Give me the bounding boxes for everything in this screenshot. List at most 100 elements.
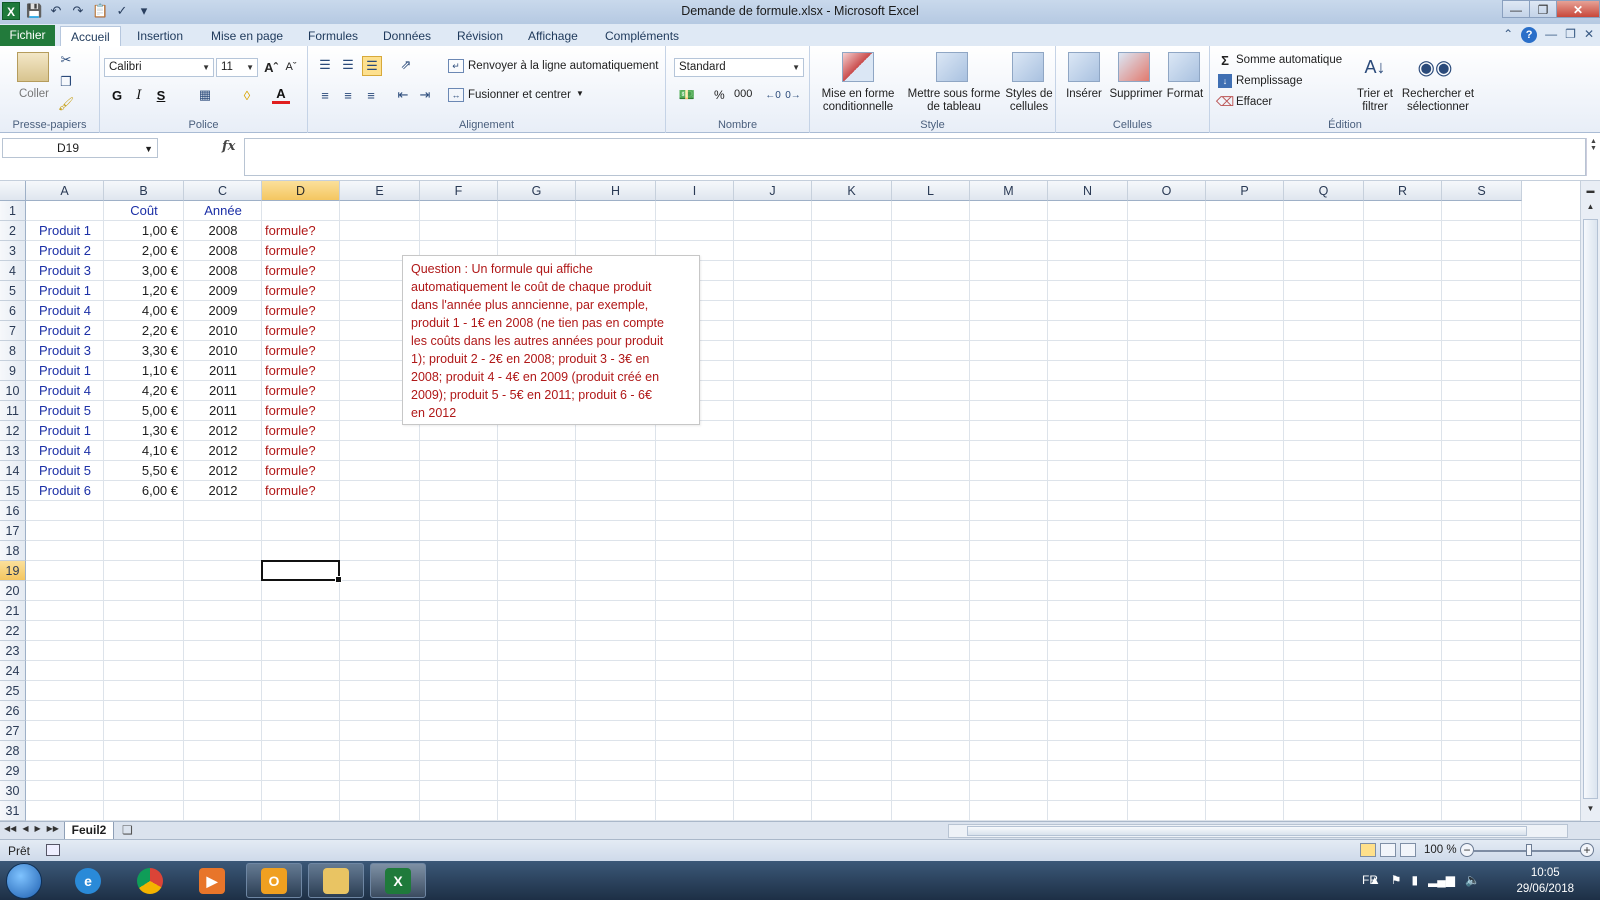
row-header-27[interactable]: 27	[0, 721, 26, 741]
column-header-s[interactable]: S	[1442, 181, 1522, 201]
insert-sheet-icon[interactable]: ❏	[122, 823, 133, 837]
align-bottom-icon[interactable]: ☰	[362, 56, 382, 76]
vertical-scroll-thumb[interactable]	[1583, 219, 1598, 799]
cell-formula-placeholder[interactable]: formule?	[262, 481, 340, 501]
wrap-text-button[interactable]: Renvoyer à la ligne automatiquement	[468, 60, 659, 72]
cell-cost[interactable]: 4,10 €	[104, 441, 184, 461]
align-middle-icon[interactable]: ☰	[339, 56, 357, 74]
power-icon[interactable]: ▮	[1411, 873, 1418, 887]
cell-product[interactable]: Produit 1	[26, 361, 104, 381]
cell-year[interactable]: 2012	[184, 481, 262, 501]
align-center-icon[interactable]: ≡	[339, 86, 357, 104]
fill-color-icon[interactable]: ◊	[238, 86, 256, 104]
cell-cost[interactable]: 2,20 €	[104, 321, 184, 341]
cell-cost[interactable]: 1,20 €	[104, 281, 184, 301]
row-header-4[interactable]: 4	[0, 261, 26, 281]
cell-formula-placeholder[interactable]: formule?	[262, 221, 340, 241]
fill-button[interactable]: Remplissage	[1236, 75, 1302, 87]
sort-filter-icon[interactable]: A↓	[1360, 52, 1390, 82]
bold-button[interactable]: G	[108, 86, 126, 104]
cell-year[interactable]: 2011	[184, 381, 262, 401]
row-header-1[interactable]: 1	[0, 201, 26, 221]
help-icon[interactable]: ?	[1521, 27, 1538, 43]
sheet-tab-feuil2[interactable]: Feuil2	[64, 822, 114, 840]
row-header-22[interactable]: 22	[0, 621, 26, 641]
cell-cost[interactable]: 1,30 €	[104, 421, 184, 441]
column-header-a[interactable]: A	[26, 181, 104, 201]
show-hidden-icons-icon[interactable]: ▲	[1369, 873, 1381, 887]
zoom-out-icon[interactable]: −	[1460, 843, 1474, 857]
cell-product[interactable]: Produit 5	[26, 461, 104, 481]
cell-cost[interactable]: 3,30 €	[104, 341, 184, 361]
format-painter-icon[interactable]: 🖌	[58, 96, 75, 112]
column-header-j[interactable]: J	[734, 181, 812, 201]
page-layout-view-icon[interactable]	[1380, 843, 1396, 857]
decrease-decimal-icon[interactable]: 0→	[784, 86, 802, 104]
normal-view-icon[interactable]	[1360, 843, 1376, 857]
cell-formula-placeholder[interactable]: formule?	[262, 441, 340, 461]
column-header-o[interactable]: O	[1128, 181, 1206, 201]
row-header-19[interactable]: 19	[0, 561, 26, 581]
font-color-button[interactable]: A	[272, 86, 290, 104]
decrease-indent-icon[interactable]: ⇤	[394, 86, 412, 104]
insert-function-icon[interactable]: fx	[222, 139, 235, 154]
network-icon[interactable]: ▂▄▆	[1428, 873, 1455, 887]
row-header-12[interactable]: 12	[0, 421, 26, 441]
row-header-28[interactable]: 28	[0, 741, 26, 761]
row-header-29[interactable]: 29	[0, 761, 26, 781]
scroll-up-icon[interactable]: ▲	[1583, 199, 1598, 214]
cell-product[interactable]: Produit 3	[26, 341, 104, 361]
row-header-26[interactable]: 26	[0, 701, 26, 721]
row-header-25[interactable]: 25	[0, 681, 26, 701]
cell-cost[interactable]: 4,20 €	[104, 381, 184, 401]
font-name-select[interactable]: Calibri ▼	[104, 58, 214, 77]
taskbar-outlook[interactable]: O	[246, 863, 302, 898]
taskbar-excel[interactable]: X	[370, 863, 426, 898]
taskbar-media[interactable]: ▶	[184, 863, 240, 898]
column-header-m[interactable]: M	[970, 181, 1048, 201]
clear-eraser-icon[interactable]: ⌫	[1216, 94, 1234, 109]
row-header-23[interactable]: 23	[0, 641, 26, 661]
last-sheet-icon[interactable]: ▶▶	[47, 824, 59, 833]
row-header-17[interactable]: 17	[0, 521, 26, 541]
row-header-9[interactable]: 9	[0, 361, 26, 381]
paste-button-label[interactable]: Coller	[14, 88, 54, 101]
cell-formula-placeholder[interactable]: formule?	[262, 421, 340, 441]
shrink-font-icon[interactable]: Aˇ	[282, 58, 300, 76]
cell-cost[interactable]: 3,00 €	[104, 261, 184, 281]
cell-year[interactable]: 2008	[184, 261, 262, 281]
cell-formula-placeholder[interactable]: formule?	[262, 281, 340, 301]
chevron-down-icon[interactable]: ▼	[576, 89, 584, 98]
cell-year[interactable]: 2011	[184, 401, 262, 421]
cell-year[interactable]: 2012	[184, 421, 262, 441]
cell-formula-placeholder[interactable]: formule?	[262, 381, 340, 401]
split-box-icon[interactable]: ▬	[1583, 183, 1598, 198]
column-header-p[interactable]: P	[1206, 181, 1284, 201]
column-header-b[interactable]: B	[104, 181, 184, 201]
cut-icon[interactable]: ✂	[58, 52, 74, 68]
column-header-r[interactable]: R	[1364, 181, 1442, 201]
row-header-6[interactable]: 6	[0, 301, 26, 321]
font-size-select[interactable]: 11 ▼	[216, 58, 258, 77]
doc-close-icon[interactable]: ✕	[1584, 27, 1594, 43]
row-header-21[interactable]: 21	[0, 601, 26, 621]
tab-insertion[interactable]: Insertion	[137, 26, 183, 46]
increase-decimal-icon[interactable]: ←0	[764, 86, 782, 104]
conditional-format-icon[interactable]	[842, 52, 874, 82]
format-table-button[interactable]: Mettre sous forme de tableau	[906, 88, 1002, 114]
cell-formula-placeholder[interactable]: formule?	[262, 241, 340, 261]
cell-year[interactable]: 2009	[184, 281, 262, 301]
active-cell-selection[interactable]	[261, 560, 342, 583]
cell-formula-placeholder[interactable]: formule?	[262, 361, 340, 381]
zoom-slider-knob[interactable]	[1526, 844, 1532, 856]
cell-product[interactable]: Produit 2	[26, 241, 104, 261]
doc-restore-icon[interactable]: ❐	[1565, 27, 1576, 43]
row-header-16[interactable]: 16	[0, 501, 26, 521]
cell-year[interactable]: 2010	[184, 341, 262, 361]
underline-button[interactable]: S	[152, 86, 170, 104]
column-header-i[interactable]: I	[656, 181, 734, 201]
increase-indent-icon[interactable]: ⇥	[416, 86, 434, 104]
borders-icon[interactable]: ▦	[196, 86, 214, 104]
cell-product[interactable]: Produit 4	[26, 381, 104, 401]
zoom-in-icon[interactable]: +	[1580, 843, 1594, 857]
